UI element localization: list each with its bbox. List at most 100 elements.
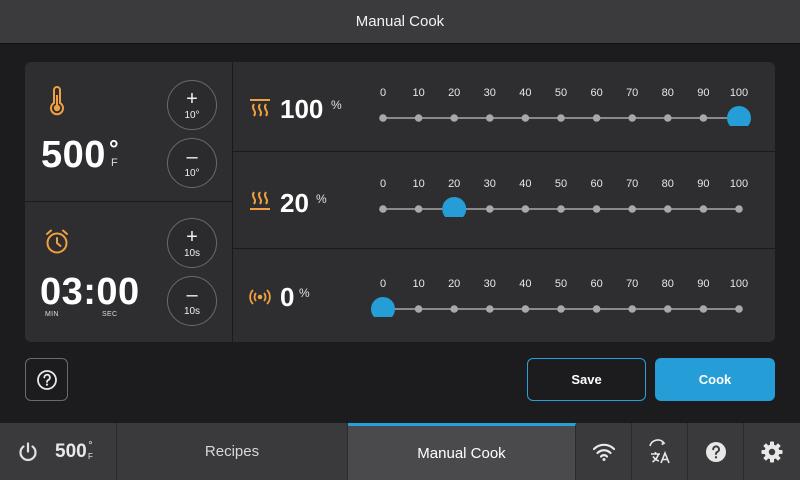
temperature-increase-button[interactable]: + 10° bbox=[167, 80, 217, 130]
minus-icon: – bbox=[186, 145, 198, 168]
help-button[interactable] bbox=[25, 358, 68, 401]
slider-tick-label: 50 bbox=[555, 87, 567, 99]
slider-tick-dot[interactable] bbox=[379, 114, 387, 122]
timer-min-label: MIN bbox=[45, 311, 59, 318]
slider-tick-dot[interactable] bbox=[592, 305, 601, 313]
save-button[interactable]: Save bbox=[527, 358, 646, 401]
slider-tick-dot[interactable] bbox=[450, 305, 458, 313]
slider-thumb[interactable] bbox=[442, 197, 467, 217]
timer-increase-step: 10s bbox=[183, 247, 201, 259]
slider-tick-dot[interactable] bbox=[592, 205, 601, 213]
microwave-wave-icon bbox=[249, 289, 271, 305]
cook-button[interactable]: Cook bbox=[655, 358, 775, 401]
tab-recipes[interactable]: Recipes bbox=[117, 423, 348, 480]
microwave-slider[interactable]: 0 10 20 30 40 50 60 70 80 90 100 bbox=[353, 277, 753, 317]
slider-tick-dot[interactable] bbox=[414, 205, 423, 213]
temperature-block: 500 ° F + 10° – 10° bbox=[25, 62, 233, 202]
minus-icon: – bbox=[186, 283, 198, 306]
slider-tick-label: 80 bbox=[662, 178, 674, 190]
question-circle-icon bbox=[36, 369, 57, 390]
slider-tick-dot[interactable] bbox=[521, 114, 530, 122]
slider-tick-dot[interactable] bbox=[486, 205, 494, 213]
language-translate-icon bbox=[648, 438, 670, 463]
page-title: Manual Cook bbox=[355, 13, 445, 30]
slider-tick-dot[interactable] bbox=[699, 305, 708, 313]
slider-tick-dot[interactable] bbox=[557, 114, 565, 122]
slider-tick-dot[interactable] bbox=[664, 205, 672, 213]
slider-tick-label: 20 bbox=[448, 87, 460, 99]
slider-tick-label: 0 bbox=[380, 278, 386, 290]
slider-tick-label: 60 bbox=[590, 278, 602, 290]
timer-increase-button[interactable]: + 10s bbox=[167, 218, 217, 268]
microwave-value: 0 bbox=[280, 282, 295, 312]
slider-tick-label: 60 bbox=[590, 178, 602, 190]
settings-button[interactable] bbox=[744, 423, 800, 480]
bottom-heat-percent: % bbox=[316, 192, 327, 206]
slider-tick-dot[interactable] bbox=[664, 305, 672, 313]
slider-tick-label: 60 bbox=[590, 87, 602, 99]
slider-thumb[interactable] bbox=[727, 106, 751, 126]
help-icon bbox=[705, 441, 726, 462]
convection-heat-value: 100 bbox=[280, 94, 324, 124]
bottom-heat-slider[interactable]: 0 10 20 30 40 50 60 70 80 90 100 bbox=[353, 177, 753, 217]
slider-tick-label: 30 bbox=[484, 178, 496, 190]
convection-heat-percent: % bbox=[331, 98, 342, 112]
slider-tick-label: 10 bbox=[412, 178, 424, 190]
slider-tick-dot[interactable] bbox=[628, 114, 636, 122]
convection-heat-slider[interactable]: 0 10 20 30 40 50 60 70 80 90 100 bbox=[353, 86, 753, 126]
bottom-heat-row: 20 % 0 10 20 30 40 50 60 70 80 90 100 bbox=[233, 152, 775, 249]
slider-tick-label: 50 bbox=[555, 178, 567, 190]
slider-tick-dot[interactable] bbox=[592, 114, 601, 122]
slider-tick-dot[interactable] bbox=[414, 114, 423, 122]
power-icon[interactable] bbox=[17, 441, 39, 463]
slider-tick-label: 80 bbox=[662, 278, 674, 290]
help-nav-button[interactable] bbox=[688, 423, 744, 480]
slider-tick-dot[interactable] bbox=[699, 114, 708, 122]
timer-decrease-button[interactable]: – 10s bbox=[167, 276, 217, 326]
slider-tick-dot[interactable] bbox=[557, 305, 565, 313]
slider-tick-label: 40 bbox=[519, 87, 531, 99]
slider-tick-dot[interactable] bbox=[664, 114, 672, 122]
slider-tick-label: 90 bbox=[697, 278, 709, 290]
slider-tick-dot[interactable] bbox=[628, 305, 636, 313]
power-sliders: 100 % 0 10 20 30 40 50 60 70 80 90 100 20 % 0 10 20 3… bbox=[233, 62, 775, 342]
timer-sec-label: SEC bbox=[102, 311, 118, 318]
slider-tick-dot[interactable] bbox=[450, 114, 458, 122]
slider-tick-label: 70 bbox=[626, 178, 638, 190]
temperature-decrease-button[interactable]: – 10° bbox=[167, 138, 217, 188]
bottom-heat-icon bbox=[250, 191, 270, 210]
slider-tick-label: 10 bbox=[412, 87, 424, 99]
slider-tick-dot[interactable] bbox=[557, 205, 565, 213]
slider-tick-label: 20 bbox=[448, 178, 460, 190]
wifi-icon bbox=[592, 443, 615, 461]
slider-tick-dot[interactable] bbox=[628, 205, 636, 213]
language-button[interactable] bbox=[632, 423, 688, 480]
slider-tick-dot[interactable] bbox=[521, 205, 530, 213]
slider-tick-dot[interactable] bbox=[735, 305, 743, 313]
tab-manual-cook[interactable]: Manual Cook bbox=[348, 423, 576, 480]
slider-tick-label: 80 bbox=[662, 87, 674, 99]
slider-tick-label: 90 bbox=[697, 178, 709, 190]
slider-tick-dot[interactable] bbox=[379, 205, 387, 213]
convection-heat-icon bbox=[250, 99, 270, 117]
slider-tick-label: 100 bbox=[730, 278, 748, 290]
alarm-clock-icon bbox=[46, 229, 68, 254]
status-temperature: 500 bbox=[55, 440, 87, 462]
wifi-button[interactable] bbox=[576, 423, 632, 480]
slider-tick-dot[interactable] bbox=[699, 205, 708, 213]
status-degree-symbol: ° bbox=[88, 440, 93, 452]
slider-tick-dot[interactable] bbox=[414, 305, 423, 313]
slider-tick-dot[interactable] bbox=[486, 305, 494, 313]
temperature-value: 500 bbox=[41, 134, 106, 176]
slider-tick-label: 40 bbox=[519, 278, 531, 290]
slider-thumb[interactable] bbox=[371, 297, 395, 317]
temperature-increase-step: 10° bbox=[184, 109, 200, 121]
slider-tick-label: 30 bbox=[484, 87, 496, 99]
convection-heat-row: 100 % 0 10 20 30 40 50 60 70 80 90 100 bbox=[233, 62, 775, 152]
timer-block: 03:00 MIN SEC + 10s – 10s bbox=[25, 202, 233, 342]
slider-tick-dot[interactable] bbox=[735, 205, 743, 213]
slider-tick-dot[interactable] bbox=[521, 305, 530, 313]
slider-tick-dot[interactable] bbox=[486, 114, 494, 122]
slider-tick-label: 90 bbox=[697, 87, 709, 99]
microwave-percent: % bbox=[299, 286, 310, 300]
